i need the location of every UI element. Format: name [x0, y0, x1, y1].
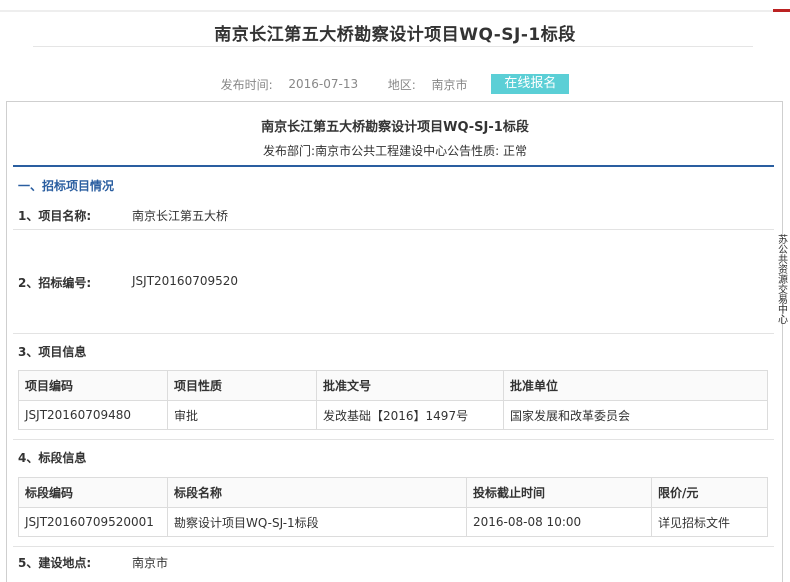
table-header-row: 项目编码 项目性质 批准文号 批准单位	[18, 370, 768, 401]
table-cell: 2016-08-08 10:00	[466, 507, 652, 537]
side-banner-text[interactable]: 苏公共资源交易中心	[776, 236, 790, 326]
table-header-cell: 批准单位	[503, 370, 768, 401]
project-name-label: 1、项目名称:	[18, 209, 92, 223]
top-accent	[773, 9, 790, 12]
title-divider	[33, 46, 753, 47]
notice-title: 南京长江第五大桥勘察设计项目WQ-SJ-1标段	[261, 120, 529, 135]
table-header-cell: 项目性质	[167, 370, 317, 401]
table-cell: 勘察设计项目WQ-SJ-1标段	[167, 507, 467, 537]
table-header-cell: 标段名称	[167, 477, 467, 508]
notice-subtitle: 发布部门:南京市公共工程建设中心公告性质: 正常	[263, 144, 527, 158]
region-label: 地区:	[387, 77, 416, 92]
section-info-table: 标段编码 标段名称 投标截止时间 限价/元 JSJT20160709520001…	[18, 477, 768, 537]
bid-number-value: JSJT20160709520	[132, 274, 239, 288]
table-cell: 详见招标文件	[651, 507, 768, 537]
notice-divider	[13, 165, 774, 167]
table-header-cell: 批准文号	[316, 370, 504, 401]
top-bar	[0, 10, 773, 12]
table-cell: JSJT20160709480	[18, 400, 168, 430]
table-cell: 发改基础【2016】1497号	[316, 400, 504, 430]
table-row: JSJT20160709520001 勘察设计项目WQ-SJ-1标段 2016-…	[18, 507, 768, 537]
table-header-row: 标段编码 标段名称 投标截止时间 限价/元	[18, 477, 768, 508]
table-header-cell: 项目编码	[18, 370, 168, 401]
row-divider	[13, 546, 774, 547]
date-value: 2016-07-13	[288, 77, 359, 91]
page-title: 南京长江第五大桥勘察设计项目WQ-SJ-1标段	[214, 25, 576, 45]
date-label: 发布时间:	[220, 77, 273, 92]
project-info-table: 项目编码 项目性质 批准文号 批准单位 JSJT20160709480 审批 发…	[18, 370, 768, 430]
online-apply-button[interactable]: 在线报名	[491, 74, 570, 94]
meta-row: 发布时间: 2016-07-13 地区: 南京市 在线报名	[0, 74, 790, 94]
table-cell: 国家发展和改革委员会	[503, 400, 768, 430]
row-divider	[13, 333, 774, 334]
project-info-label: 3、项目信息	[18, 345, 87, 359]
section-heading: 一、招标项目情况	[18, 179, 115, 193]
table-row: JSJT20160709480 审批 发改基础【2016】1497号 国家发展和…	[18, 400, 768, 430]
project-name-value: 南京长江第五大桥	[132, 209, 229, 223]
table-header-cell: 投标截止时间	[466, 477, 652, 508]
bid-number-label: 2、招标编号:	[18, 276, 92, 290]
location-label: 5、建设地点:	[18, 556, 92, 570]
table-header-cell: 限价/元	[651, 477, 768, 508]
table-cell: JSJT20160709520001	[18, 507, 168, 537]
row-divider	[13, 439, 774, 440]
table-cell: 审批	[167, 400, 317, 430]
location-value: 南京市	[132, 556, 169, 570]
region-value: 南京市	[431, 77, 468, 92]
table-header-cell: 标段编码	[18, 477, 168, 508]
row-divider	[13, 229, 774, 230]
section-info-label: 4、标段信息	[18, 451, 87, 465]
